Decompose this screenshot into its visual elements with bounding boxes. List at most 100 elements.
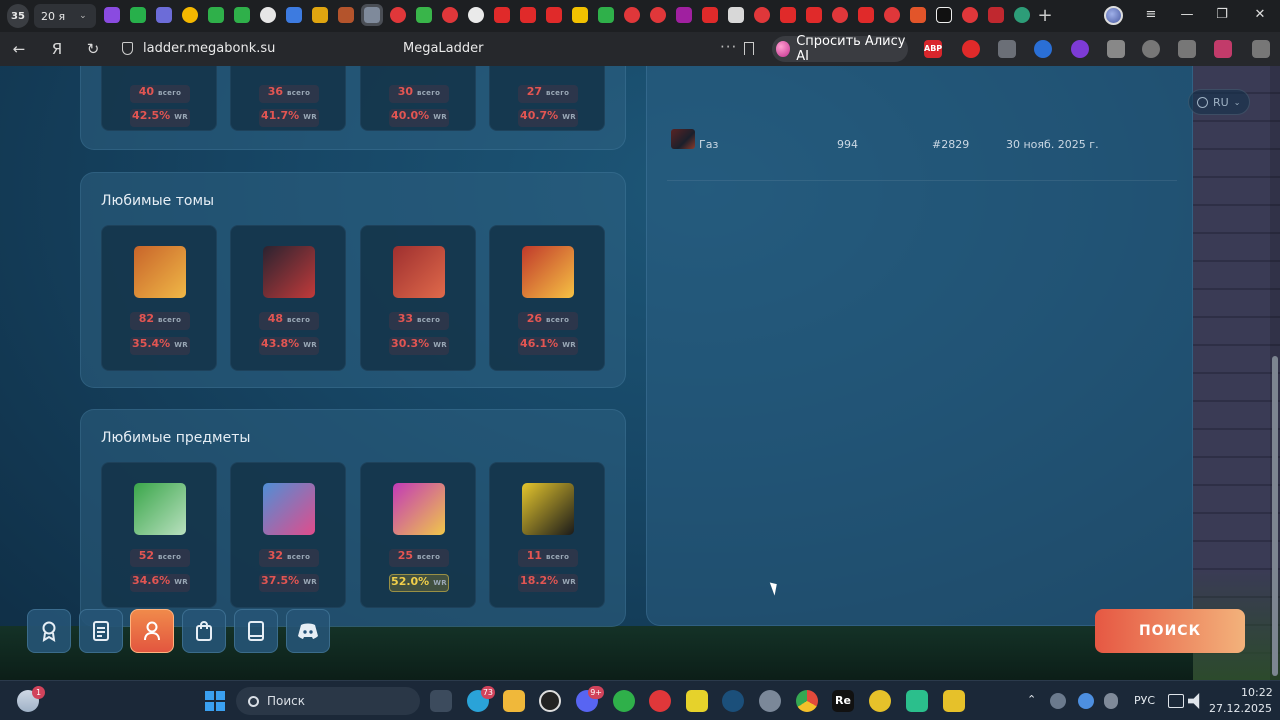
tab-favicon-icon[interactable] bbox=[572, 7, 588, 23]
yandex-icon[interactable] bbox=[624, 7, 640, 23]
app-icon[interactable] bbox=[943, 690, 965, 712]
discord-icon[interactable]: 9+ bbox=[576, 686, 604, 712]
extension-icon[interactable] bbox=[1178, 40, 1196, 58]
yandex-icon[interactable] bbox=[442, 7, 458, 23]
extension-icon[interactable] bbox=[1034, 40, 1052, 58]
app-icon[interactable] bbox=[686, 690, 708, 712]
tab-favicon-icon[interactable] bbox=[234, 7, 250, 23]
network-icon[interactable] bbox=[1168, 694, 1184, 708]
guide-button[interactable] bbox=[234, 609, 278, 653]
active-tab-favicon-icon[interactable] bbox=[361, 4, 383, 26]
app-icon[interactable]: Re bbox=[832, 690, 854, 712]
yandex-icon[interactable] bbox=[884, 7, 900, 23]
app-icon[interactable] bbox=[613, 690, 635, 712]
discord-button[interactable] bbox=[286, 609, 330, 653]
tab-favicon-icon[interactable] bbox=[1014, 7, 1030, 23]
folder-icon[interactable] bbox=[503, 690, 525, 712]
app-icon[interactable] bbox=[869, 690, 891, 712]
tab-favicon-icon[interactable] bbox=[910, 7, 926, 23]
extension-icon[interactable] bbox=[1214, 40, 1232, 58]
youtube-extension-icon[interactable] bbox=[962, 40, 980, 58]
tab-favicon-icon[interactable] bbox=[130, 7, 146, 23]
address-field[interactable]: ladder.megabonk.su MegaLadder ··· bbox=[116, 36, 766, 62]
close-window-button[interactable]: ✕ bbox=[1247, 5, 1273, 25]
tab-favicon-icon[interactable] bbox=[260, 7, 276, 23]
tab-favicon-icon[interactable] bbox=[338, 7, 354, 23]
telegram-icon[interactable]: 73 bbox=[467, 686, 495, 712]
favorite-card[interactable]: 26 всего 46.1% WR bbox=[489, 225, 605, 371]
favorite-card[interactable]: 11 всего 18.2% WR bbox=[489, 462, 605, 608]
clock-time[interactable]: 10:22 bbox=[1241, 686, 1273, 699]
yandex-icon[interactable] bbox=[650, 7, 666, 23]
adblock-extension-icon[interactable]: ABP bbox=[924, 40, 942, 58]
document-icon[interactable] bbox=[728, 7, 744, 23]
profile-avatar[interactable] bbox=[1104, 6, 1123, 25]
task-view-icon[interactable] bbox=[430, 690, 452, 712]
youtube-icon[interactable] bbox=[520, 7, 536, 23]
security-shield-icon[interactable] bbox=[122, 42, 133, 55]
restore-button[interactable]: ❐ bbox=[1209, 5, 1235, 25]
input-language[interactable]: РУС bbox=[1134, 694, 1155, 707]
tab-group[interactable]: 20 я ⌄ bbox=[34, 4, 96, 28]
minimize-button[interactable]: — bbox=[1174, 5, 1200, 25]
extension-icon[interactable] bbox=[1142, 40, 1160, 58]
ask-alice-button[interactable]: Спросить Алису AI bbox=[772, 34, 908, 64]
tab-favicon-icon[interactable] bbox=[286, 7, 302, 23]
youtube-icon[interactable] bbox=[494, 7, 510, 23]
taskbar-search[interactable]: Поиск bbox=[236, 687, 420, 715]
youtube-icon[interactable] bbox=[546, 7, 562, 23]
yandex-icon[interactable] bbox=[390, 7, 406, 23]
trophy-icon[interactable] bbox=[312, 7, 328, 23]
cloud-icon[interactable] bbox=[1078, 693, 1094, 709]
yandex-browser-icon[interactable] bbox=[649, 690, 671, 712]
favorite-card[interactable]: 25 всего 52.0% WR bbox=[360, 462, 476, 608]
tab-count-button[interactable]: 35 bbox=[7, 4, 29, 28]
github-icon[interactable] bbox=[468, 7, 484, 23]
url-text[interactable]: ladder.megabonk.su bbox=[143, 41, 275, 56]
previous-card[interactable]: 27 всего 40.7% WR bbox=[489, 66, 605, 131]
previous-card[interactable]: 36 всего 41.7% WR bbox=[230, 66, 346, 131]
download-icon[interactable] bbox=[1252, 40, 1270, 58]
favorite-card[interactable]: 82 всего 35.4% WR bbox=[101, 225, 217, 371]
app-icon[interactable] bbox=[539, 690, 561, 712]
yandex-icon[interactable] bbox=[962, 7, 978, 23]
settings-icon[interactable] bbox=[759, 690, 781, 712]
youtube-icon[interactable] bbox=[858, 7, 874, 23]
language-selector[interactable]: RU ⌄ bbox=[1188, 89, 1250, 115]
extension-icon[interactable] bbox=[1071, 40, 1089, 58]
yandex-home-icon[interactable]: Я bbox=[46, 38, 68, 60]
youtube-icon[interactable] bbox=[702, 7, 718, 23]
tab-favicon-icon[interactable] bbox=[598, 7, 614, 23]
favorite-card[interactable]: 52 всего 34.6% WR bbox=[101, 462, 217, 608]
app-icon[interactable] bbox=[906, 690, 928, 712]
previous-card[interactable]: 30 всего 40.0% WR bbox=[360, 66, 476, 131]
tab-favicon-icon[interactable] bbox=[156, 7, 172, 23]
more-icon[interactable]: ··· bbox=[720, 38, 737, 56]
microphone-icon[interactable] bbox=[1104, 693, 1118, 709]
volume-icon[interactable] bbox=[1188, 693, 1200, 709]
favorite-card[interactable]: 32 всего 37.5% WR bbox=[230, 462, 346, 608]
puzzle-icon[interactable] bbox=[1107, 40, 1125, 58]
weather-icon[interactable]: 1 bbox=[17, 686, 45, 712]
menu-icon[interactable]: ≡ bbox=[1138, 5, 1164, 25]
yandex-icon[interactable] bbox=[832, 7, 848, 23]
scrollbar-thumb[interactable] bbox=[1272, 356, 1278, 676]
clock-date[interactable]: 27.12.2025 bbox=[1209, 702, 1272, 715]
youtube-icon[interactable] bbox=[806, 7, 822, 23]
page-scrollbar[interactable] bbox=[1270, 66, 1280, 680]
tab-favicon-icon[interactable] bbox=[676, 7, 692, 23]
profile-button[interactable] bbox=[130, 609, 174, 653]
chrome-icon[interactable] bbox=[796, 690, 818, 712]
search-button[interactable]: ПОИСК bbox=[1095, 609, 1245, 653]
tab-favicon-icon[interactable] bbox=[936, 7, 952, 23]
extension-icon[interactable] bbox=[998, 40, 1016, 58]
tray-icon[interactable] bbox=[1050, 693, 1066, 709]
tab-favicon-icon[interactable] bbox=[182, 7, 198, 23]
tab-favicon-icon[interactable] bbox=[416, 7, 432, 23]
tray-chevron-icon[interactable]: ⌃ bbox=[1027, 693, 1036, 706]
table-row[interactable]: Газ 994 #2829 30 нояб. 2025 г. bbox=[667, 129, 1177, 181]
windows-start-icon[interactable] bbox=[205, 691, 225, 711]
shop-button[interactable] bbox=[182, 609, 226, 653]
bookmark-icon[interactable] bbox=[744, 42, 754, 55]
favorite-card[interactable]: 48 всего 43.8% WR bbox=[230, 225, 346, 371]
